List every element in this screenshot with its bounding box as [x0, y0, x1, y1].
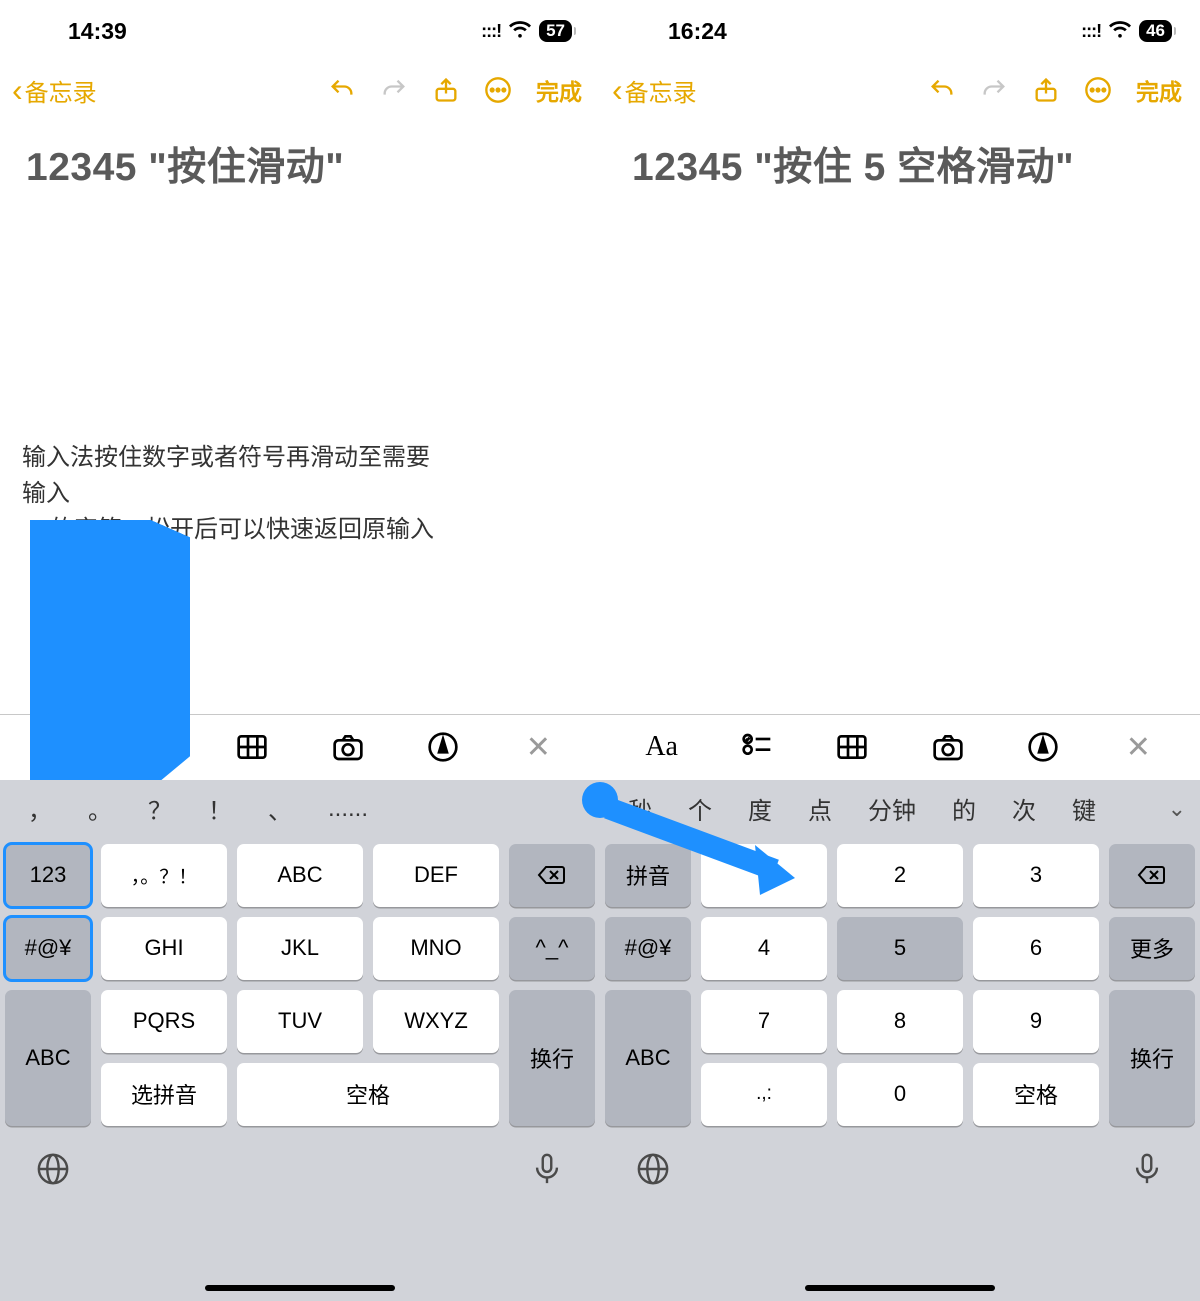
undo-icon[interactable]	[328, 76, 356, 104]
back-label: 备忘录	[625, 73, 697, 108]
markup-button[interactable]	[421, 725, 465, 769]
key-symbols[interactable]: #@¥	[5, 917, 91, 980]
done-button[interactable]: 完成	[536, 73, 582, 107]
format-bar: Aa ✕	[0, 714, 600, 780]
globe-icon[interactable]	[36, 1152, 70, 1191]
table-button[interactable]	[230, 725, 274, 769]
note-title[interactable]: 12345 "按住 5 空格滑动"	[600, 118, 1200, 192]
markup-button[interactable]	[1021, 725, 1065, 769]
format-bar: Aa ✕	[600, 714, 1200, 780]
close-keyboard-button[interactable]: ✕	[516, 725, 560, 769]
annotation-text: 输入法按住数字或者符号再滑动至需要输入 的字符，松开后可以快速返回原输入法	[22, 440, 452, 584]
key-def[interactable]: DEF	[373, 844, 499, 907]
candidate-bar[interactable]: ， 。 ？ ！ 、 ......	[0, 780, 600, 838]
key-2[interactable]: 2	[837, 844, 963, 907]
phone-right: 16:24 :::! 46 ‹ 备忘录 完成 12345 "按住	[600, 0, 1200, 1301]
text-format-button[interactable]: Aa	[640, 725, 684, 769]
nav-bar: ‹ 备忘录 完成	[600, 62, 1200, 118]
key-abc-mode[interactable]: ABC	[605, 990, 691, 1126]
key-space[interactable]: 空格	[237, 1063, 499, 1126]
table-button[interactable]	[830, 725, 874, 769]
chevron-left-icon: ‹	[12, 72, 23, 109]
key-jkl[interactable]: JKL	[237, 917, 363, 980]
mic-icon[interactable]	[530, 1152, 564, 1191]
more-icon[interactable]	[484, 76, 512, 104]
note-title[interactable]: 12345 "按住滑动"	[0, 118, 600, 192]
globe-icon[interactable]	[636, 1152, 670, 1191]
key-symbols[interactable]: #@¥	[605, 917, 691, 980]
mic-icon[interactable]	[1130, 1152, 1164, 1191]
key-123[interactable]: 123	[5, 844, 91, 907]
close-keyboard-button[interactable]: ✕	[1116, 725, 1160, 769]
undo-icon[interactable]	[928, 76, 956, 104]
battery-icon: 46	[1139, 20, 1172, 42]
key-pqrs[interactable]: PQRS	[101, 990, 227, 1053]
key-enter[interactable]: 换行	[1109, 990, 1195, 1126]
key-5[interactable]: 5	[837, 917, 963, 980]
camera-button[interactable]	[326, 725, 370, 769]
candidate-bar[interactable]: 秒 个 度 点 分钟 的 次 键 ⌄	[600, 780, 1200, 838]
keyboard: ， 。 ？ ！ 、 ...... 123 ，。？！ ABC DEF #@¥ GH…	[0, 780, 600, 1301]
redo-icon	[980, 76, 1008, 104]
back-button[interactable]: ‹ 备忘录	[12, 72, 97, 109]
key-6[interactable]: 6	[973, 917, 1099, 980]
key-mno[interactable]: MNO	[373, 917, 499, 980]
text-format-button[interactable]: Aa	[40, 725, 84, 769]
key-wxyz[interactable]: WXYZ	[373, 990, 499, 1053]
key-abc-mode[interactable]: ABC	[5, 990, 91, 1126]
key-abc[interactable]: ABC	[237, 844, 363, 907]
signal-icon: :::!	[481, 21, 501, 42]
key-backspace[interactable]	[509, 844, 595, 907]
key-4[interactable]: 4	[701, 917, 827, 980]
chevron-left-icon: ‹	[612, 72, 623, 109]
wifi-icon	[509, 17, 531, 45]
status-time: 14:39	[28, 18, 127, 45]
key-9[interactable]: 9	[973, 990, 1099, 1053]
key-0[interactable]: 0	[837, 1063, 963, 1126]
key-1[interactable]: 1	[701, 844, 827, 907]
done-button[interactable]: 完成	[1136, 73, 1182, 107]
key-space[interactable]: 空格	[973, 1063, 1099, 1126]
camera-button[interactable]	[926, 725, 970, 769]
phone-left: 14:39 :::! 57 ‹ 备忘录 完成 12345 "按住	[0, 0, 600, 1301]
status-bar: 14:39 :::! 57	[0, 0, 600, 62]
share-icon[interactable]	[432, 76, 460, 104]
home-indicator[interactable]	[805, 1285, 995, 1291]
keyboard: 秒 个 度 点 分钟 的 次 键 ⌄ 拼音 1 2 3 #@¥ 4 5 6 更多	[600, 780, 1200, 1301]
key-enter[interactable]: 换行	[509, 990, 595, 1126]
chevron-down-icon[interactable]: ⌄	[1168, 796, 1186, 822]
key-8[interactable]: 8	[837, 990, 963, 1053]
wifi-icon	[1109, 17, 1131, 45]
checklist-button[interactable]	[735, 725, 779, 769]
key-pinyin[interactable]: 选拼音	[101, 1063, 227, 1126]
key-punct[interactable]: .,:	[701, 1063, 827, 1126]
share-icon[interactable]	[1032, 76, 1060, 104]
key-3[interactable]: 3	[973, 844, 1099, 907]
key-7[interactable]: 7	[701, 990, 827, 1053]
nav-bar: ‹ 备忘录 完成	[0, 62, 600, 118]
battery-icon: 57	[539, 20, 572, 42]
keyboard-bottom-bar	[0, 1134, 600, 1210]
key-more[interactable]: 更多	[1109, 917, 1195, 980]
keyboard-bottom-bar	[600, 1134, 1200, 1210]
redo-icon	[380, 76, 408, 104]
key-face[interactable]: ^_^	[509, 917, 595, 980]
status-time: 16:24	[628, 18, 727, 45]
key-pinyin-mode[interactable]: 拼音	[605, 844, 691, 907]
more-icon[interactable]	[1084, 76, 1112, 104]
back-label: 备忘录	[25, 73, 97, 108]
status-right: :::! 46	[1081, 17, 1172, 45]
status-right: :::! 57	[481, 17, 572, 45]
back-button[interactable]: ‹ 备忘录	[612, 72, 697, 109]
key-punct[interactable]: ，。？！	[101, 844, 227, 907]
status-bar: 16:24 :::! 46	[600, 0, 1200, 62]
home-indicator[interactable]	[205, 1285, 395, 1291]
signal-icon: :::!	[1081, 21, 1101, 42]
key-ghi[interactable]: GHI	[101, 917, 227, 980]
key-tuv[interactable]: TUV	[237, 990, 363, 1053]
checklist-button[interactable]	[135, 725, 179, 769]
key-backspace[interactable]	[1109, 844, 1195, 907]
